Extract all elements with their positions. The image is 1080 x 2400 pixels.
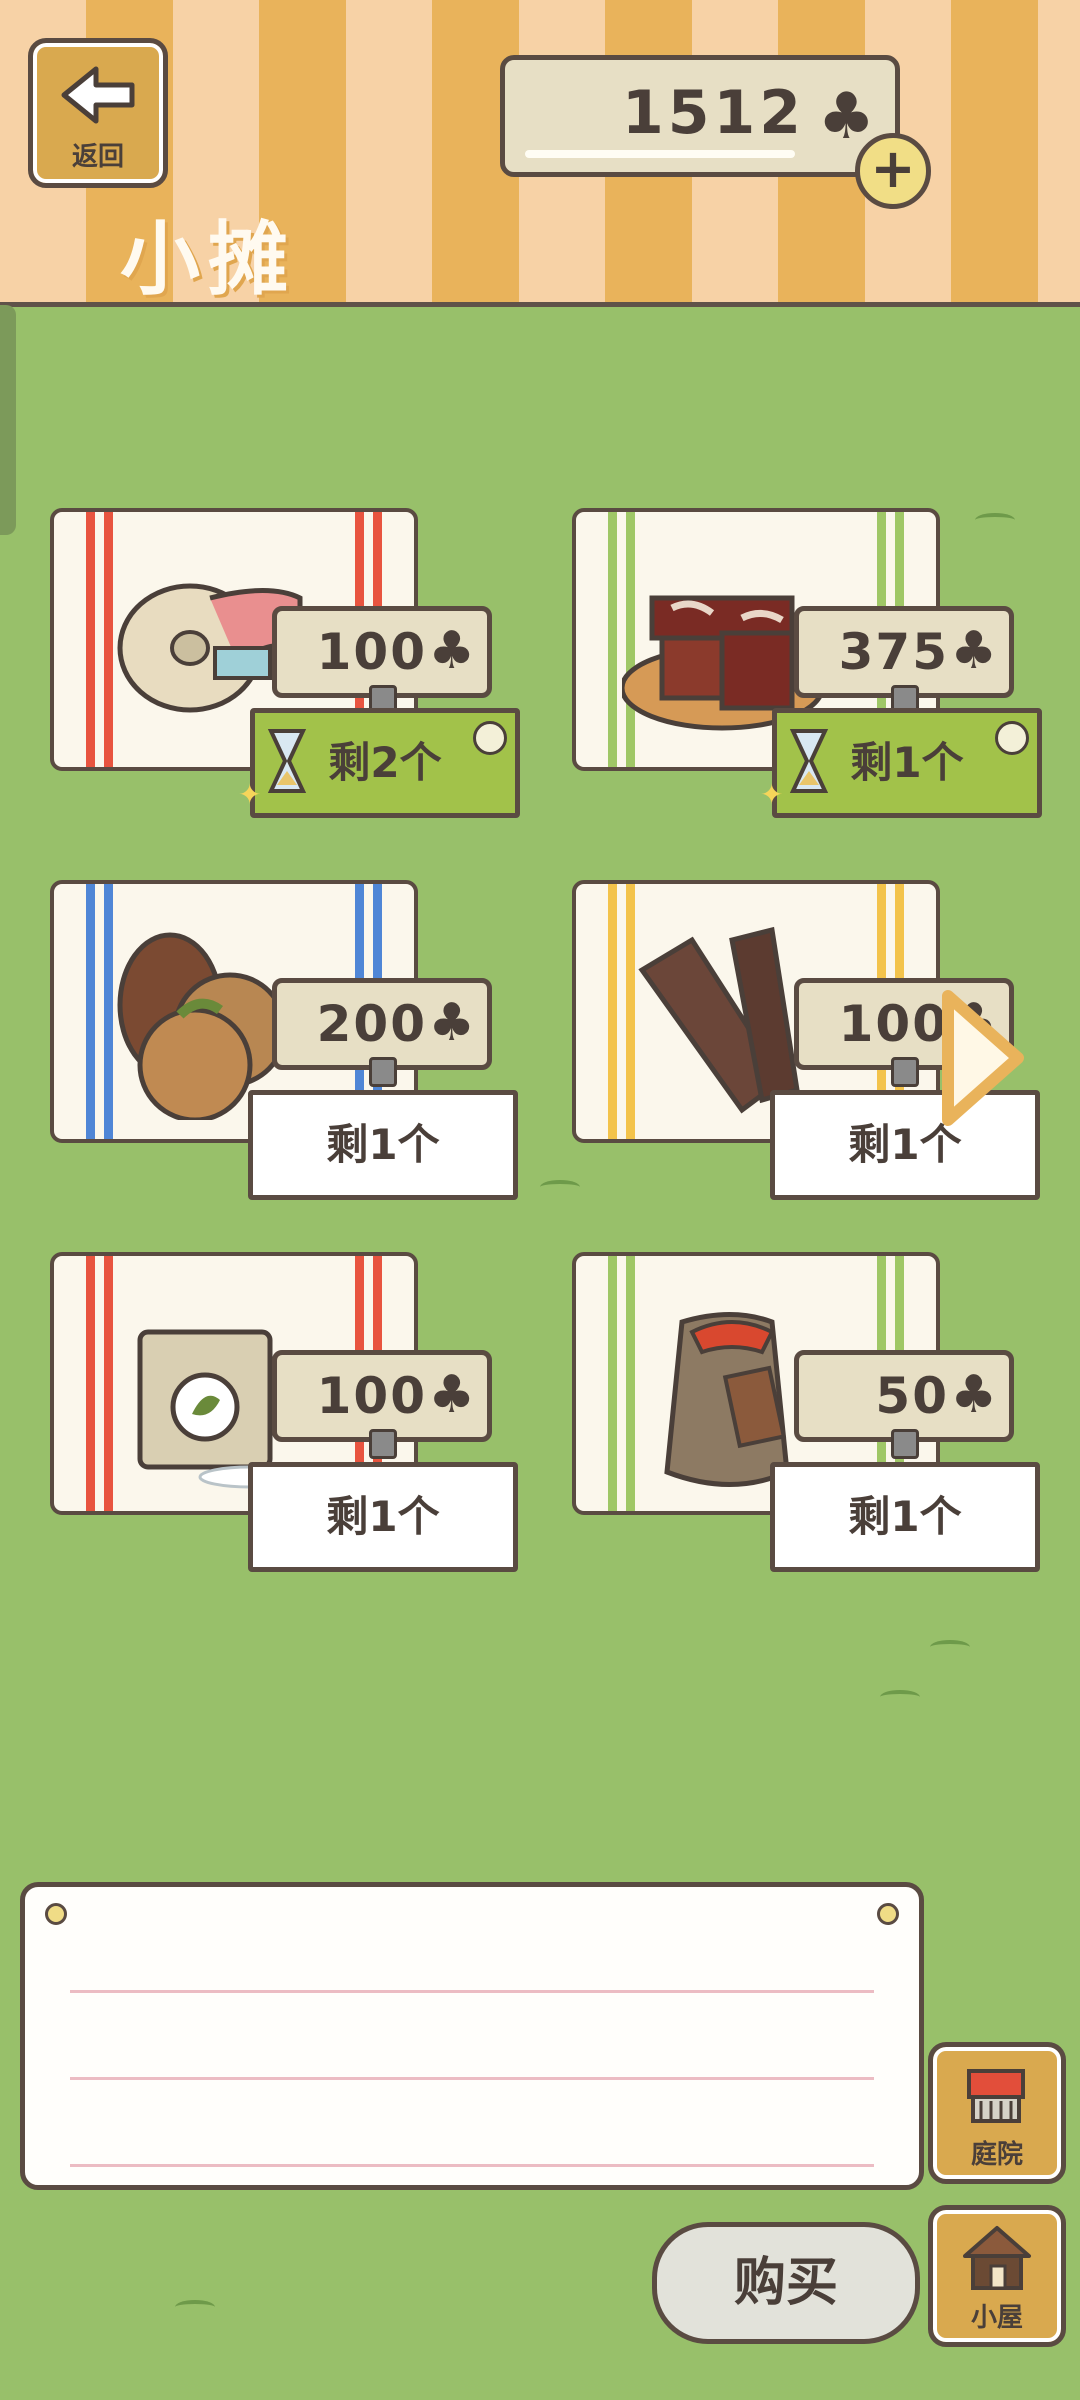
house-button[interactable]: 小屋	[928, 2205, 1066, 2347]
shop-item-ribbon-bundle[interactable]: 100 ♣ 剩2个 ✦	[50, 508, 530, 818]
price-tag: 375 ♣	[794, 606, 1014, 715]
next-page-arrow-icon[interactable]	[938, 988, 1028, 1128]
stock-text: 剩1个	[850, 738, 964, 787]
grass-tuft	[930, 1640, 970, 1654]
clock-icon	[473, 721, 507, 755]
grass-tuft	[975, 513, 1015, 527]
tag-peg	[369, 1429, 397, 1459]
board-pin	[45, 1903, 67, 1925]
house-icon	[963, 2226, 1031, 2290]
clover-amount: 1512	[622, 78, 805, 148]
grass-tuft	[880, 1690, 920, 1704]
sparkle-icon: ✦	[238, 778, 262, 811]
clover-icon: ♣	[950, 621, 997, 681]
yard-label: 庭院	[970, 2140, 1023, 2170]
back-button[interactable]: 返回	[28, 38, 168, 188]
clover-balance: 1512 ♣	[500, 55, 900, 177]
yard-icon	[967, 2069, 1025, 2123]
back-label: 返回	[71, 142, 124, 172]
sparkle-icon: ✦	[760, 778, 784, 811]
clover-icon: ♣	[428, 1365, 475, 1425]
highlight-stripe	[525, 150, 795, 158]
message-board	[20, 1882, 924, 2190]
clover-icon: ♣	[950, 1365, 997, 1425]
buy-button[interactable]: 购买	[652, 2222, 920, 2344]
price-value: 100	[316, 1367, 427, 1425]
clock-icon	[995, 721, 1029, 755]
stock-label-limited: 剩1个	[772, 708, 1042, 818]
stock-text: 剩2个	[328, 738, 442, 787]
stock-label-limited: 剩2个	[250, 708, 520, 818]
board-line	[70, 1990, 874, 1993]
clover-icon: ♣	[428, 993, 475, 1053]
price-tag: 200 ♣	[272, 978, 492, 1087]
tag-peg	[891, 1429, 919, 1459]
clover-icon: ♣	[428, 621, 475, 681]
hourglass-icon	[789, 729, 829, 793]
tag-peg	[369, 1057, 397, 1087]
price-value: 50	[875, 1367, 949, 1425]
price-value: 100	[838, 995, 949, 1053]
shop-item-pinecone-chestnut[interactable]: 200 ♣ 剩1个	[50, 880, 530, 1200]
price-value: 100	[316, 623, 427, 681]
back-arrow-icon	[61, 66, 135, 124]
shop-item-lucky-pouch[interactable]: 50 ♣ 剩1个	[572, 1252, 1052, 1572]
page-title: 小摊	[120, 213, 296, 306]
price-tag: 100 ♣	[272, 1350, 492, 1459]
grass-tuft	[175, 2300, 215, 2314]
left-scroll-handle[interactable]	[0, 305, 16, 535]
board-pin	[877, 1903, 899, 1925]
hourglass-icon	[267, 729, 307, 793]
price-tag: 50 ♣	[794, 1350, 1014, 1459]
stock-label: 剩1个	[248, 1090, 518, 1200]
tag-peg	[891, 1057, 919, 1087]
stock-label: 剩1个	[248, 1462, 518, 1572]
price-value: 375	[838, 623, 949, 681]
add-clovers-button[interactable]: +	[855, 133, 931, 209]
stock-label: 剩1个	[770, 1462, 1040, 1572]
shop-item-seed-bag[interactable]: 100 ♣ 剩1个	[50, 1252, 530, 1572]
house-label: 小屋	[970, 2303, 1023, 2333]
board-line	[70, 2077, 874, 2080]
shop-item-yokan-plate[interactable]: 375 ♣ 剩1个 ✦	[572, 508, 1052, 818]
board-line	[70, 2164, 874, 2167]
yard-button[interactable]: 庭院	[928, 2042, 1066, 2184]
price-value: 200	[316, 995, 427, 1053]
price-tag: 100 ♣	[272, 606, 492, 715]
grass-tuft	[540, 1180, 580, 1194]
